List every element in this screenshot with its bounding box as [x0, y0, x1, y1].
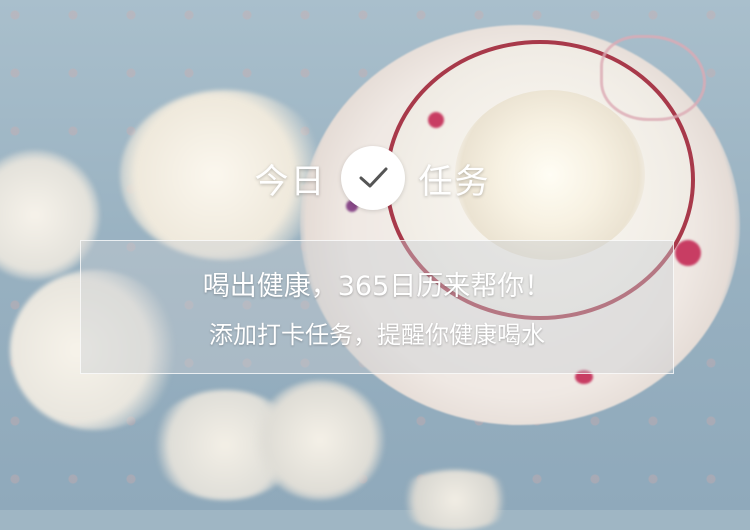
title-left-text: 今日: [254, 161, 327, 202]
background-petal: [255, 380, 385, 500]
checkmark-icon: [340, 146, 405, 210]
banner-panel: 喝出健康，365日历来帮你！ 添加打卡任务，提醒你健康喝水: [80, 240, 674, 374]
banner-headline: 喝出健康，365日历来帮你！: [202, 271, 552, 302]
decor-flower: [675, 240, 701, 266]
decor-flower: [428, 112, 444, 128]
title-row: 今日 任务: [0, 143, 750, 213]
title-right-text: 任务: [418, 161, 491, 202]
background-petal: [395, 470, 515, 530]
banner-subtitle: 添加打卡任务，提醒你健康喝水: [209, 321, 545, 349]
